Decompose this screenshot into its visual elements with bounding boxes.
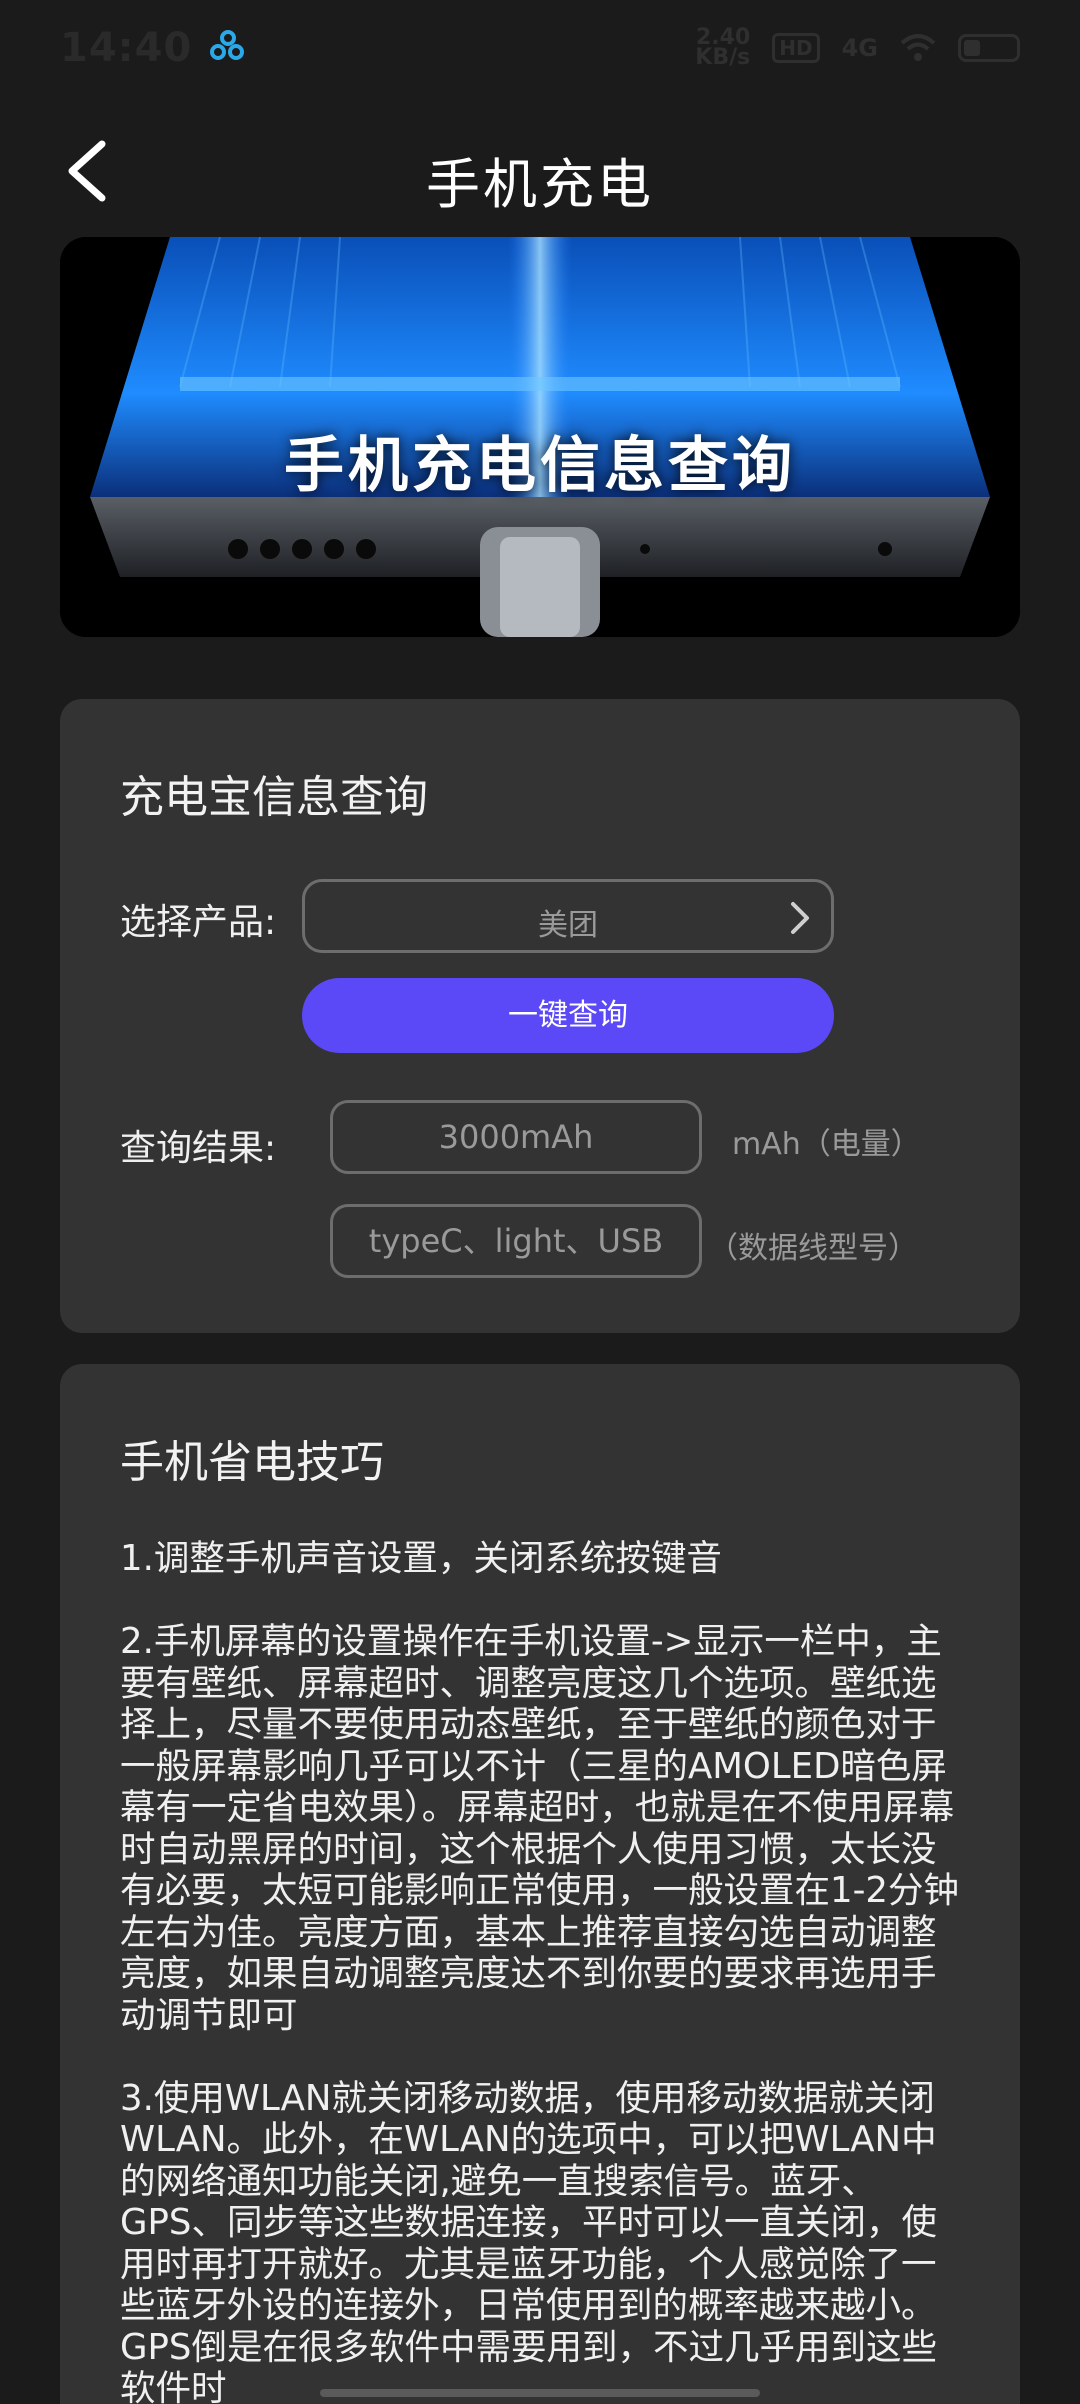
- tips-card-title: 手机省电技巧: [120, 1437, 384, 1488]
- status-bar: 14:40 2.40 KB/s HD 4G: [0, 0, 1080, 96]
- page-title: 手机充电: [426, 153, 654, 216]
- query-card-title: 充电宝信息查询: [120, 772, 428, 823]
- tip-paragraph: 3.使用WLAN就关闭移动数据，使用移动数据就关闭WLAN。此外，在WLAN的选…: [120, 2077, 937, 2404]
- tip-paragraph: 2.手机屏幕的设置操作在手机设置->显示一栏中，主要有壁纸、屏幕超时、调整亮度这…: [120, 1621, 959, 2036]
- product-select-value: 美团: [538, 908, 598, 943]
- signal-icon: 4G: [841, 34, 878, 62]
- capacity-note: mAh（电量）: [732, 1127, 921, 1162]
- network-speed: 2.40 KB/s: [695, 25, 751, 70]
- app-notification-icon: [210, 30, 246, 66]
- tips-content: 1.调整手机声音设置，关闭系统按键音 2.手机屏幕的设置操作在手机设置->显示一…: [120, 1538, 960, 2404]
- header: 手机充电: [0, 96, 1080, 246]
- power-bank-query-card: 充电宝信息查询 选择产品: 美团 一键查询 查询结果: 3000mAh mAh（…: [60, 699, 1020, 1333]
- tip-paragraph: 1.调整手机声音设置，关闭系统按键音: [120, 1538, 722, 1579]
- wifi-icon: [900, 34, 936, 61]
- result-label: 查询结果:: [120, 1128, 277, 1169]
- product-label: 选择产品:: [120, 902, 277, 943]
- cable-note: （数据线型号）: [708, 1231, 918, 1266]
- capacity-result-field: 3000mAh: [330, 1100, 702, 1174]
- power-saving-tips-card: 手机省电技巧 1.调整手机声音设置，关闭系统按键音 2.手机屏幕的设置操作在手机…: [60, 1364, 1020, 2404]
- home-indicator[interactable]: [320, 2389, 760, 2397]
- banner-image: 手机充电信息查询: [60, 237, 1020, 637]
- query-button[interactable]: 一键查询: [302, 978, 834, 1053]
- status-time: 14:40: [60, 25, 193, 71]
- battery-icon: [958, 34, 1020, 62]
- hd-badge: HD: [772, 33, 820, 63]
- banner-title: 手机充电信息查询: [284, 431, 796, 501]
- status-indicators: 2.40 KB/s HD 4G: [695, 25, 1020, 70]
- product-select[interactable]: 美团: [302, 879, 834, 953]
- chevron-right-icon: [791, 902, 809, 934]
- cable-result-field: typeC、light、USB: [330, 1204, 702, 1278]
